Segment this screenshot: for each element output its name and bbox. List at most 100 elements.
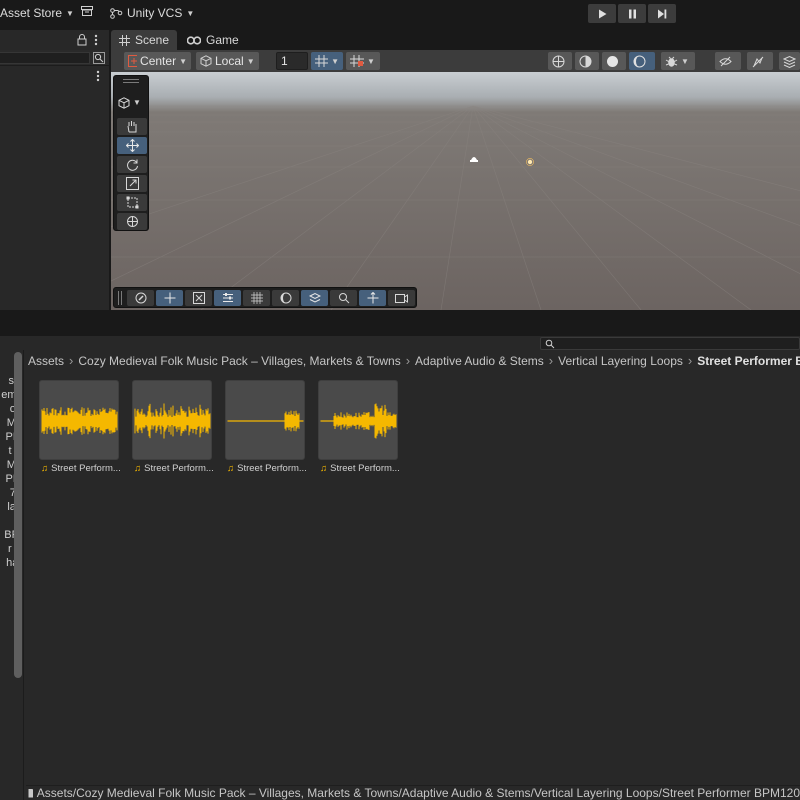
unity-vcs-label: Unity VCS bbox=[127, 6, 183, 20]
layers-overlay-button[interactable] bbox=[301, 290, 328, 306]
grid-overlay-button[interactable] bbox=[243, 290, 270, 306]
tab-game[interactable]: Game bbox=[179, 30, 247, 50]
rect-transform-icon bbox=[126, 196, 138, 209]
tools-overlay: ▼ bbox=[113, 75, 149, 231]
skybox-toggle-button[interactable] bbox=[629, 52, 655, 70]
asset-tile[interactable]: ♫ Street Perform... bbox=[318, 380, 400, 475]
asset-name: Street Perform... bbox=[144, 463, 214, 474]
tool-context-dropdown[interactable]: ▼ bbox=[118, 94, 146, 111]
asset-path-bar: Assets/Cozy Medieval Folk Music Pack – V… bbox=[26, 785, 800, 800]
layers-button[interactable] bbox=[779, 52, 800, 70]
move-overlay-button[interactable] bbox=[156, 290, 183, 306]
search-overlay-button[interactable] bbox=[330, 290, 357, 306]
kebab-menu-icon[interactable] bbox=[94, 34, 98, 46]
rect-tool-button[interactable] bbox=[117, 194, 147, 211]
asset-store-dropdown[interactable]: Asset Store ▼ bbox=[0, 6, 74, 20]
snap-increment-field[interactable]: 1 bbox=[276, 52, 308, 70]
hatched-grid-icon bbox=[250, 292, 263, 304]
shaded-sphere-button[interactable] bbox=[602, 52, 626, 70]
project-search-input[interactable] bbox=[540, 337, 800, 350]
transform-overlay-button[interactable] bbox=[359, 290, 386, 306]
waveform bbox=[227, 410, 304, 432]
breadcrumb-item[interactable]: Assets bbox=[28, 354, 64, 368]
visibility-toggle-button[interactable] bbox=[715, 52, 741, 70]
view-tool-button[interactable] bbox=[117, 118, 147, 135]
tab-scene[interactable]: Scene bbox=[111, 30, 178, 50]
grid-visibility-dropdown[interactable]: ▼ bbox=[346, 52, 380, 70]
chevron-down-icon: ▼ bbox=[179, 56, 187, 66]
unity-vcs-dropdown[interactable]: Unity VCS ▼ bbox=[110, 6, 194, 20]
drag-handle[interactable] bbox=[118, 291, 122, 305]
pivot-mode-dropdown[interactable]: Center ▼ bbox=[124, 52, 191, 70]
asset-label: ♫ Street Perform... bbox=[227, 463, 307, 474]
transform-tool-button[interactable] bbox=[117, 213, 147, 230]
kebab-menu-icon[interactable] bbox=[96, 70, 100, 82]
breadcrumb-item[interactable]: Adaptive Audio & Stems bbox=[415, 354, 544, 368]
folder-tree-scrollbar[interactable] bbox=[14, 352, 22, 678]
search-icon[interactable] bbox=[93, 52, 105, 64]
asset-name: Street Perform... bbox=[237, 463, 307, 474]
breadcrumb-item[interactable]: Vertical Layering Loops bbox=[558, 354, 683, 368]
pivot-space-dropdown[interactable]: Local ▼ bbox=[196, 52, 259, 70]
pick-toggle-button[interactable] bbox=[747, 52, 773, 70]
gizmos-dropdown[interactable]: ▼ bbox=[661, 52, 695, 70]
move-tool-button[interactable] bbox=[117, 137, 147, 154]
search-icon bbox=[545, 339, 555, 349]
branch-icon bbox=[110, 7, 123, 19]
pause-button[interactable] bbox=[618, 4, 646, 23]
rotate-tool-button[interactable] bbox=[117, 156, 147, 173]
hierarchy-panel bbox=[0, 30, 109, 312]
lighting-overlay-button[interactable] bbox=[272, 290, 299, 306]
scene-overlay-toolbar bbox=[113, 287, 417, 308]
breadcrumb-current[interactable]: Street Performer BPM120 bbox=[697, 354, 800, 368]
compass-icon bbox=[135, 292, 146, 304]
navigation-overlay-button[interactable] bbox=[185, 290, 212, 306]
asset-tile[interactable]: ♫ Street Perform... bbox=[225, 380, 307, 475]
asset-tile[interactable]: ♫ Street Perform... bbox=[39, 380, 121, 475]
directional-light-gizmo[interactable] bbox=[469, 154, 479, 163]
orientation-button[interactable] bbox=[127, 290, 154, 306]
sphere-icon bbox=[607, 55, 618, 67]
camera-overlay-button[interactable] bbox=[388, 290, 415, 306]
draw-mode-button[interactable] bbox=[548, 52, 572, 70]
inbox-icon bbox=[81, 6, 93, 16]
breadcrumb: Assets › Cozy Medieval Folk Music Pack –… bbox=[26, 350, 800, 371]
scale-icon bbox=[125, 177, 139, 190]
grid-snap-dropdown[interactable]: ▼ bbox=[311, 52, 343, 70]
audio-clip-icon: ♫ bbox=[41, 463, 49, 474]
scene-grid bbox=[111, 105, 800, 310]
transform-icon bbox=[126, 216, 138, 227]
cube-icon bbox=[200, 55, 212, 67]
scene-toolbar: Center ▼ Local ▼ 1 ▼ ▼ ▼ bbox=[111, 50, 800, 72]
play-button[interactable] bbox=[588, 4, 616, 23]
asset-label: ♫ Street Perform... bbox=[134, 463, 214, 474]
eye-off-icon bbox=[719, 56, 732, 66]
cube-icon bbox=[118, 96, 130, 109]
chevron-down-icon: ▼ bbox=[186, 8, 195, 18]
drag-handle[interactable] bbox=[123, 79, 139, 83]
rotate-icon bbox=[126, 159, 138, 171]
lock-icon[interactable] bbox=[77, 34, 87, 46]
step-button[interactable] bbox=[648, 4, 676, 23]
breadcrumb-item[interactable]: Cozy Medieval Folk Music Pack – Villages… bbox=[78, 354, 400, 368]
search-icon bbox=[338, 293, 349, 304]
layers-icon bbox=[783, 55, 796, 68]
chevron-down-icon: ▼ bbox=[66, 8, 74, 18]
lighting-icon bbox=[579, 55, 592, 67]
sliders-overlay-button[interactable] bbox=[214, 290, 241, 306]
chevron-right-icon: › bbox=[687, 353, 693, 368]
light-source-gizmo[interactable] bbox=[526, 158, 534, 166]
globe-icon bbox=[552, 55, 565, 67]
chevron-right-icon: › bbox=[405, 353, 411, 368]
asset-name: Street Perform... bbox=[51, 463, 121, 474]
asset-tile[interactable]: ♫ Street Perform... bbox=[132, 380, 214, 475]
inbox-button[interactable] bbox=[81, 6, 93, 16]
hierarchy-search-input[interactable] bbox=[0, 52, 90, 64]
lighting-toggle-button[interactable] bbox=[575, 52, 599, 70]
scale-tool-button[interactable] bbox=[117, 175, 147, 192]
move-arrows-icon bbox=[125, 139, 139, 152]
camera-icon bbox=[395, 294, 408, 303]
audio-clip-icon: ♫ bbox=[134, 463, 142, 474]
scene-viewport[interactable] bbox=[111, 72, 800, 310]
chevron-down-icon: ▼ bbox=[133, 98, 141, 107]
